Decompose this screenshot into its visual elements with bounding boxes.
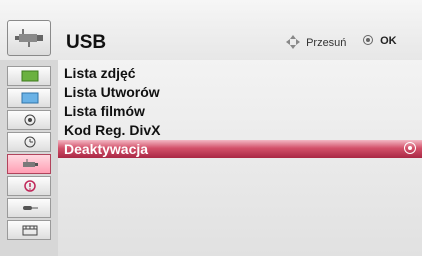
ok-hint: OK — [363, 35, 397, 47]
ok-hint-label: OK — [380, 35, 397, 47]
sidebar-item-film[interactable] — [7, 220, 51, 240]
info-icon — [24, 180, 36, 192]
menu-item-label: Lista filmów — [64, 103, 145, 119]
page-title: USB — [66, 32, 107, 53]
usb-menu-list: Lista zdjęć Lista Utworów Lista filmów K… — [58, 60, 422, 256]
menu-item-photo-list[interactable]: Lista zdjęć — [58, 64, 422, 82]
sidebar-item-picture[interactable] — [7, 66, 51, 86]
usb-header-icon — [7, 20, 51, 56]
picture-icon — [21, 70, 39, 82]
menu-item-label: Lista Utworów — [64, 84, 160, 100]
sidebar-item-screen[interactable] — [7, 88, 51, 108]
usb-menu-window: USB Przesuń OK Lista zdjęć Lista Utworów… — [0, 0, 422, 256]
menu-item-movie-list[interactable]: Lista filmów — [58, 102, 422, 120]
menu-item-label: Lista zdjęć — [64, 65, 136, 81]
move-hint: Przesuń — [286, 35, 346, 49]
move-hint-label: Przesuń — [306, 37, 347, 49]
connector-icon — [23, 206, 38, 210]
screen-icon — [21, 92, 39, 104]
sidebar-item-clock[interactable] — [7, 132, 51, 152]
four-way-arrow-icon — [286, 35, 300, 49]
sidebar-item-usb[interactable] — [7, 154, 51, 174]
header-bar: USB Przesuń OK — [0, 0, 422, 61]
clock-icon — [24, 136, 36, 148]
sidebar-item-info[interactable] — [7, 176, 51, 196]
menu-item-label: Kod Reg. DivX — [64, 122, 161, 138]
usb-icon — [23, 159, 38, 167]
menu-item-music-list[interactable]: Lista Utworów — [58, 83, 422, 101]
selection-marker-icon — [404, 142, 416, 154]
menu-item-deactivation[interactable]: Deaktywacja — [58, 140, 422, 158]
sidebar-item-target[interactable] — [7, 110, 51, 130]
menu-item-label: Deaktywacja — [64, 141, 149, 157]
film-icon — [22, 225, 38, 236]
ok-button-icon — [363, 35, 373, 45]
category-sidebar — [0, 60, 58, 256]
sidebar-item-connector[interactable] — [7, 198, 51, 218]
menu-item-divx-reg-code[interactable]: Kod Reg. DivX — [58, 121, 422, 139]
target-icon — [24, 114, 36, 126]
